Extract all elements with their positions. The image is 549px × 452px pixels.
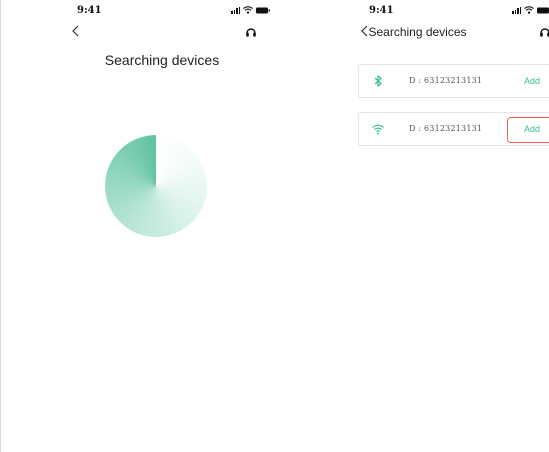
headset-icon[interactable]: [245, 25, 257, 37]
wifi-icon: [371, 122, 385, 136]
page-title: Searching devices: [104, 52, 220, 68]
cellular-signal-icon: [512, 6, 521, 14]
phone-screen-results: 9:41 Searching devices D : 63123213131 A…: [286, 0, 549, 452]
search-radar-spinner: [105, 135, 207, 237]
wifi-status-icon: [524, 6, 534, 14]
status-time: 9:41: [369, 5, 394, 16]
status-time: 9:41: [77, 5, 102, 16]
back-chevron-icon[interactable]: [69, 23, 83, 39]
headset-icon[interactable]: [539, 25, 549, 37]
bluetooth-icon: [371, 74, 385, 88]
status-icons: [231, 5, 270, 14]
add-device-button-highlighted[interactable]: Add: [507, 117, 549, 143]
battery-icon: [537, 7, 549, 14]
wifi-status-icon: [243, 6, 253, 14]
cellular-signal-icon: [231, 6, 240, 14]
device-item-wifi: D : 63123213131 Add: [358, 112, 549, 146]
page-title: Searching devices: [368, 25, 467, 39]
page: 9:41 Searching devices 9:41 Searching de…: [0, 0, 549, 452]
device-item-bluetooth: D : 63123213131 Add: [358, 64, 549, 98]
phone-screen-searching: 9:41 Searching devices: [1, 0, 273, 452]
status-icons: [512, 5, 549, 14]
device-id-label: D : 63123213131: [409, 124, 483, 133]
battery-icon: [256, 7, 270, 14]
add-device-button[interactable]: Add: [507, 69, 549, 93]
device-id-label: D : 63123213131: [409, 76, 483, 85]
